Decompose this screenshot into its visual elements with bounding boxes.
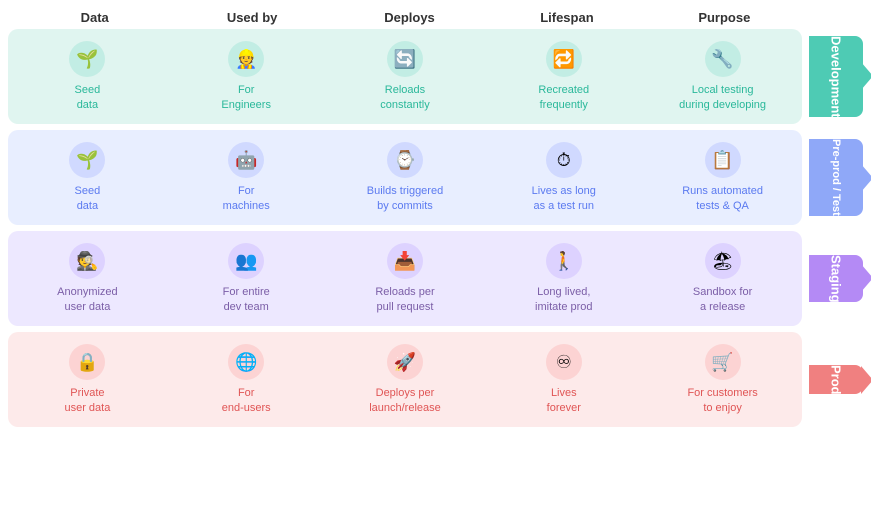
prod-lifespan-label: Livesforever — [547, 386, 581, 415]
dev-usedby-label: ForEngineers — [221, 83, 271, 112]
prod-data-label: Privateuser data — [64, 386, 110, 415]
test-cell-data: 🌱 Seeddata — [8, 130, 167, 225]
staging-cell-purpose: 🏖 Sandbox fora release — [643, 231, 802, 326]
dev-usedby-icon: 👷 — [228, 41, 264, 77]
prod-deploys-icon: 🚀 — [387, 344, 423, 380]
dev-lifespan-icon: 🔁 — [546, 41, 582, 77]
prod-data-icon: 🔒 — [69, 344, 105, 380]
dev-side-label: Development — [809, 36, 863, 118]
dev-purpose-label: Local testingduring developing — [679, 83, 766, 112]
staging-purpose-icon: 🏖 — [705, 243, 741, 279]
dev-data-icon: 🌱 — [69, 41, 105, 77]
test-cell-purpose: 📋 Runs automatedtests & QA — [643, 130, 802, 225]
dev-purpose-icon: 🔧 — [705, 41, 741, 77]
test-usedby-icon: 🤖 — [228, 142, 264, 178]
staging-purpose-label: Sandbox fora release — [693, 285, 752, 314]
test-data-label: Seeddata — [75, 184, 101, 213]
main-container: Data Used by Deploys Lifespan Purpose 🌱 … — [0, 0, 871, 511]
prod-deploys-label: Deploys perlaunch/release — [369, 386, 441, 415]
prod-purpose-icon: 🛒 — [705, 344, 741, 380]
staging-lifespan-icon: 🚶 — [546, 243, 582, 279]
staging-cell-usedby: 👥 For entiredev team — [167, 231, 326, 326]
prod-usedby-icon: 🌐 — [228, 344, 264, 380]
test-deploys-icon: ⌚ — [387, 142, 423, 178]
test-arrow — [861, 164, 871, 192]
rows-area: 🌱 Seeddata 👷 ForEngineers 🔄 Reloadsconst… — [8, 29, 863, 427]
col-header-deploys: Deploys — [331, 10, 488, 25]
dev-cells: 🌱 Seeddata 👷 ForEngineers 🔄 Reloadsconst… — [8, 29, 802, 124]
test-lifespan-icon: ⏱ — [546, 142, 582, 178]
dev-cell-purpose: 🔧 Local testingduring developing — [643, 29, 802, 124]
prod-cell-data: 🔒 Privateuser data — [8, 332, 167, 427]
staging-deploys-icon: 📥 — [387, 243, 423, 279]
prod-cells: 🔒 Privateuser data 🌐 Forend-users 🚀 Depl… — [8, 332, 802, 427]
staging-cell-lifespan: 🚶 Long lived,imitate prod — [484, 231, 643, 326]
row-staging: 🕵 Anonymizeduser data 👥 For entiredev te… — [8, 231, 863, 326]
test-cell-deploys: ⌚ Builds triggeredby commits — [326, 130, 485, 225]
row-development: 🌱 Seeddata 👷 ForEngineers 🔄 Reloadsconst… — [8, 29, 863, 124]
col-header-purpose: Purpose — [646, 10, 803, 25]
staging-lifespan-label: Long lived,imitate prod — [535, 285, 592, 314]
staging-cells: 🕵 Anonymizeduser data 👥 For entiredev te… — [8, 231, 802, 326]
staging-side-container: Staging — [805, 231, 863, 326]
dev-cell-usedby: 👷 ForEngineers — [167, 29, 326, 124]
prod-arrow — [861, 366, 871, 394]
staging-data-label: Anonymizeduser data — [57, 285, 118, 314]
column-headers: Data Used by Deploys Lifespan Purpose — [8, 10, 863, 25]
test-side-container: Pre-prod / Test — [805, 130, 863, 225]
staging-side-label: Staging — [809, 255, 863, 303]
staging-cell-deploys: 📥 Reloads perpull request — [326, 231, 485, 326]
prod-side-label: Prod — [809, 365, 863, 395]
dev-cell-lifespan: 🔁 Recreatedfrequently — [484, 29, 643, 124]
dev-deploys-icon: 🔄 — [387, 41, 423, 77]
staging-usedby-icon: 👥 — [228, 243, 264, 279]
prod-lifespan-icon: ♾ — [546, 344, 582, 380]
prod-cell-deploys: 🚀 Deploys perlaunch/release — [326, 332, 485, 427]
col-header-data: Data — [16, 10, 173, 25]
test-deploys-label: Builds triggeredby commits — [367, 184, 443, 213]
col-header-usedby: Used by — [173, 10, 330, 25]
test-usedby-label: Formachines — [223, 184, 270, 213]
staging-deploys-label: Reloads perpull request — [375, 285, 434, 314]
test-cells: 🌱 Seeddata 🤖 Formachines ⌚ Builds trigge… — [8, 130, 802, 225]
dev-cell-data: 🌱 Seeddata — [8, 29, 167, 124]
prod-cell-purpose: 🛒 For customersto enjoy — [643, 332, 802, 427]
dev-data-label: Seeddata — [75, 83, 101, 112]
staging-usedby-label: For entiredev team — [223, 285, 270, 314]
staging-arrow — [861, 264, 871, 292]
prod-purpose-label: For customersto enjoy — [687, 386, 757, 415]
dev-deploys-label: Reloadsconstantly — [380, 83, 430, 112]
dev-lifespan-label: Recreatedfrequently — [538, 83, 589, 112]
dev-arrow — [861, 62, 871, 90]
row-test: 🌱 Seeddata 🤖 Formachines ⌚ Builds trigge… — [8, 130, 863, 225]
test-cell-lifespan: ⏱ Lives as longas a test run — [484, 130, 643, 225]
staging-cell-data: 🕵 Anonymizeduser data — [8, 231, 167, 326]
test-purpose-icon: 📋 — [705, 142, 741, 178]
prod-usedby-label: Forend-users — [222, 386, 271, 415]
prod-cell-usedby: 🌐 Forend-users — [167, 332, 326, 427]
test-lifespan-label: Lives as longas a test run — [532, 184, 596, 213]
test-cell-usedby: 🤖 Formachines — [167, 130, 326, 225]
test-purpose-label: Runs automatedtests & QA — [682, 184, 763, 213]
test-data-icon: 🌱 — [69, 142, 105, 178]
dev-side-container: Development — [805, 29, 863, 124]
prod-cell-lifespan: ♾ Livesforever — [484, 332, 643, 427]
prod-side-container: Prod — [805, 332, 863, 427]
col-header-lifespan: Lifespan — [488, 10, 645, 25]
test-side-label: Pre-prod / Test — [809, 139, 863, 216]
staging-data-icon: 🕵 — [69, 243, 105, 279]
row-prod: 🔒 Privateuser data 🌐 Forend-users 🚀 Depl… — [8, 332, 863, 427]
dev-cell-deploys: 🔄 Reloadsconstantly — [326, 29, 485, 124]
